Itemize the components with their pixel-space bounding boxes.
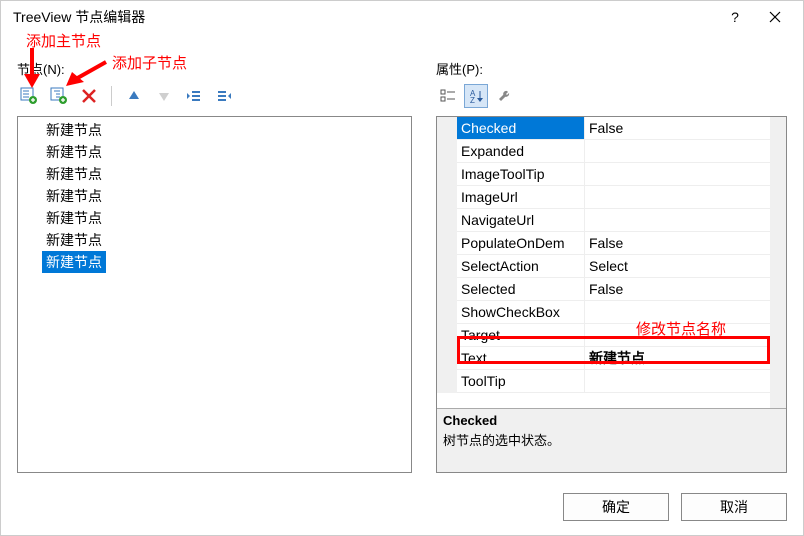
property-row[interactable]: ToolTip xyxy=(437,370,786,393)
property-value[interactable] xyxy=(585,209,786,232)
property-name: ToolTip xyxy=(457,370,585,393)
property-name: Checked xyxy=(457,117,585,140)
add-child-node-button[interactable] xyxy=(47,84,71,108)
property-name: SelectAction xyxy=(457,255,585,278)
property-row[interactable]: NavigateUrl xyxy=(437,209,786,232)
property-name: Target xyxy=(457,324,585,347)
categorized-button[interactable] xyxy=(436,84,460,108)
tree-item[interactable]: 新建节点 xyxy=(18,163,411,185)
close-button[interactable] xyxy=(755,1,795,33)
property-value[interactable]: False xyxy=(585,117,786,140)
property-name: ImageToolTip xyxy=(457,163,585,186)
add-child-icon xyxy=(50,87,68,105)
tree-item[interactable]: 新建节点 xyxy=(42,251,106,273)
tree-item[interactable]: 新建节点 xyxy=(18,185,411,207)
property-name: NavigateUrl xyxy=(457,209,585,232)
property-indent xyxy=(437,347,457,370)
help-button[interactable]: ? xyxy=(715,1,755,33)
description-name: Checked xyxy=(443,413,780,428)
property-indent xyxy=(437,163,457,186)
cancel-button[interactable]: 取消 xyxy=(681,493,787,521)
move-down-button[interactable] xyxy=(152,84,176,108)
property-name: ImageUrl xyxy=(457,186,585,209)
property-value[interactable]: 新建节点 xyxy=(585,347,786,370)
property-value[interactable] xyxy=(585,370,786,393)
categorized-icon xyxy=(440,88,456,104)
property-row[interactable]: Text新建节点 xyxy=(437,347,786,370)
property-value[interactable] xyxy=(585,324,786,347)
tree-item[interactable]: 新建节点 xyxy=(18,229,411,251)
description-text: 树节点的选中状态。 xyxy=(443,430,780,449)
property-name: ShowCheckBox xyxy=(457,301,585,324)
property-value[interactable] xyxy=(585,140,786,163)
indent-icon xyxy=(216,89,232,103)
property-name: PopulateOnDem xyxy=(457,232,585,255)
property-value[interactable]: False xyxy=(585,232,786,255)
property-indent xyxy=(437,324,457,347)
property-pages-button[interactable] xyxy=(492,84,516,108)
property-value[interactable] xyxy=(585,163,786,186)
delete-icon xyxy=(81,88,97,104)
move-down-icon xyxy=(157,89,171,103)
properties-toolbar: AZ xyxy=(436,82,787,110)
tree-item[interactable]: 新建节点 xyxy=(18,207,411,229)
property-grid[interactable]: CheckedFalseExpandedImageToolTipImageUrl… xyxy=(436,116,787,473)
property-value[interactable] xyxy=(585,186,786,209)
property-description: Checked 树节点的选中状态。 xyxy=(437,408,786,472)
property-row[interactable]: PopulateOnDemFalse xyxy=(437,232,786,255)
property-name: Expanded xyxy=(457,140,585,163)
property-indent xyxy=(437,140,457,163)
move-up-icon xyxy=(127,89,141,103)
property-row[interactable]: CheckedFalse xyxy=(437,117,786,140)
property-value[interactable] xyxy=(585,301,786,324)
property-scrollbar[interactable] xyxy=(770,117,786,408)
property-indent xyxy=(437,117,457,140)
add-root-icon xyxy=(20,87,38,105)
outdent-button[interactable] xyxy=(182,84,206,108)
dialog-footer: 确定 取消 xyxy=(1,483,803,535)
property-name: Text xyxy=(457,347,585,370)
title-bar: TreeView 节点编辑器 ? xyxy=(1,1,803,33)
wrench-icon xyxy=(496,88,512,104)
help-icon: ? xyxy=(731,9,739,25)
property-row[interactable]: Expanded xyxy=(437,140,786,163)
move-up-button[interactable] xyxy=(122,84,146,108)
indent-button[interactable] xyxy=(212,84,236,108)
property-value[interactable]: False xyxy=(585,278,786,301)
ok-button[interactable]: 确定 xyxy=(563,493,669,521)
tree-item[interactable]: 新建节点 xyxy=(18,141,411,163)
property-indent xyxy=(437,186,457,209)
property-indent xyxy=(437,301,457,324)
property-row[interactable]: ShowCheckBox xyxy=(437,301,786,324)
window-title: TreeView 节点编辑器 xyxy=(13,7,715,27)
delete-node-button[interactable] xyxy=(77,84,101,108)
property-row[interactable]: SelectActionSelect xyxy=(437,255,786,278)
property-indent xyxy=(437,370,457,393)
property-indent xyxy=(437,232,457,255)
property-value[interactable]: Select xyxy=(585,255,786,278)
property-indent xyxy=(437,255,457,278)
property-row[interactable]: SelectedFalse xyxy=(437,278,786,301)
property-row[interactable]: ImageUrl xyxy=(437,186,786,209)
outdent-icon xyxy=(186,89,202,103)
tree-panel[interactable]: 新建节点新建节点新建节点新建节点新建节点新建节点新建节点 xyxy=(17,116,412,473)
property-row[interactable]: Target xyxy=(437,324,786,347)
nodes-toolbar xyxy=(17,82,412,110)
alphabetical-button[interactable]: AZ xyxy=(464,84,488,108)
property-name: Selected xyxy=(457,278,585,301)
property-indent xyxy=(437,209,457,232)
property-indent xyxy=(437,278,457,301)
toolbar-separator xyxy=(111,86,112,106)
property-row[interactable]: ImageToolTip xyxy=(437,163,786,186)
tree-item[interactable]: 新建节点 xyxy=(18,119,411,141)
close-icon xyxy=(769,11,781,23)
properties-label: 属性(P): xyxy=(436,37,787,78)
nodes-label: 节点(N): xyxy=(17,37,412,78)
svg-text:Z: Z xyxy=(470,96,475,104)
alphabetical-icon: AZ xyxy=(468,88,484,104)
add-root-node-button[interactable] xyxy=(17,84,41,108)
